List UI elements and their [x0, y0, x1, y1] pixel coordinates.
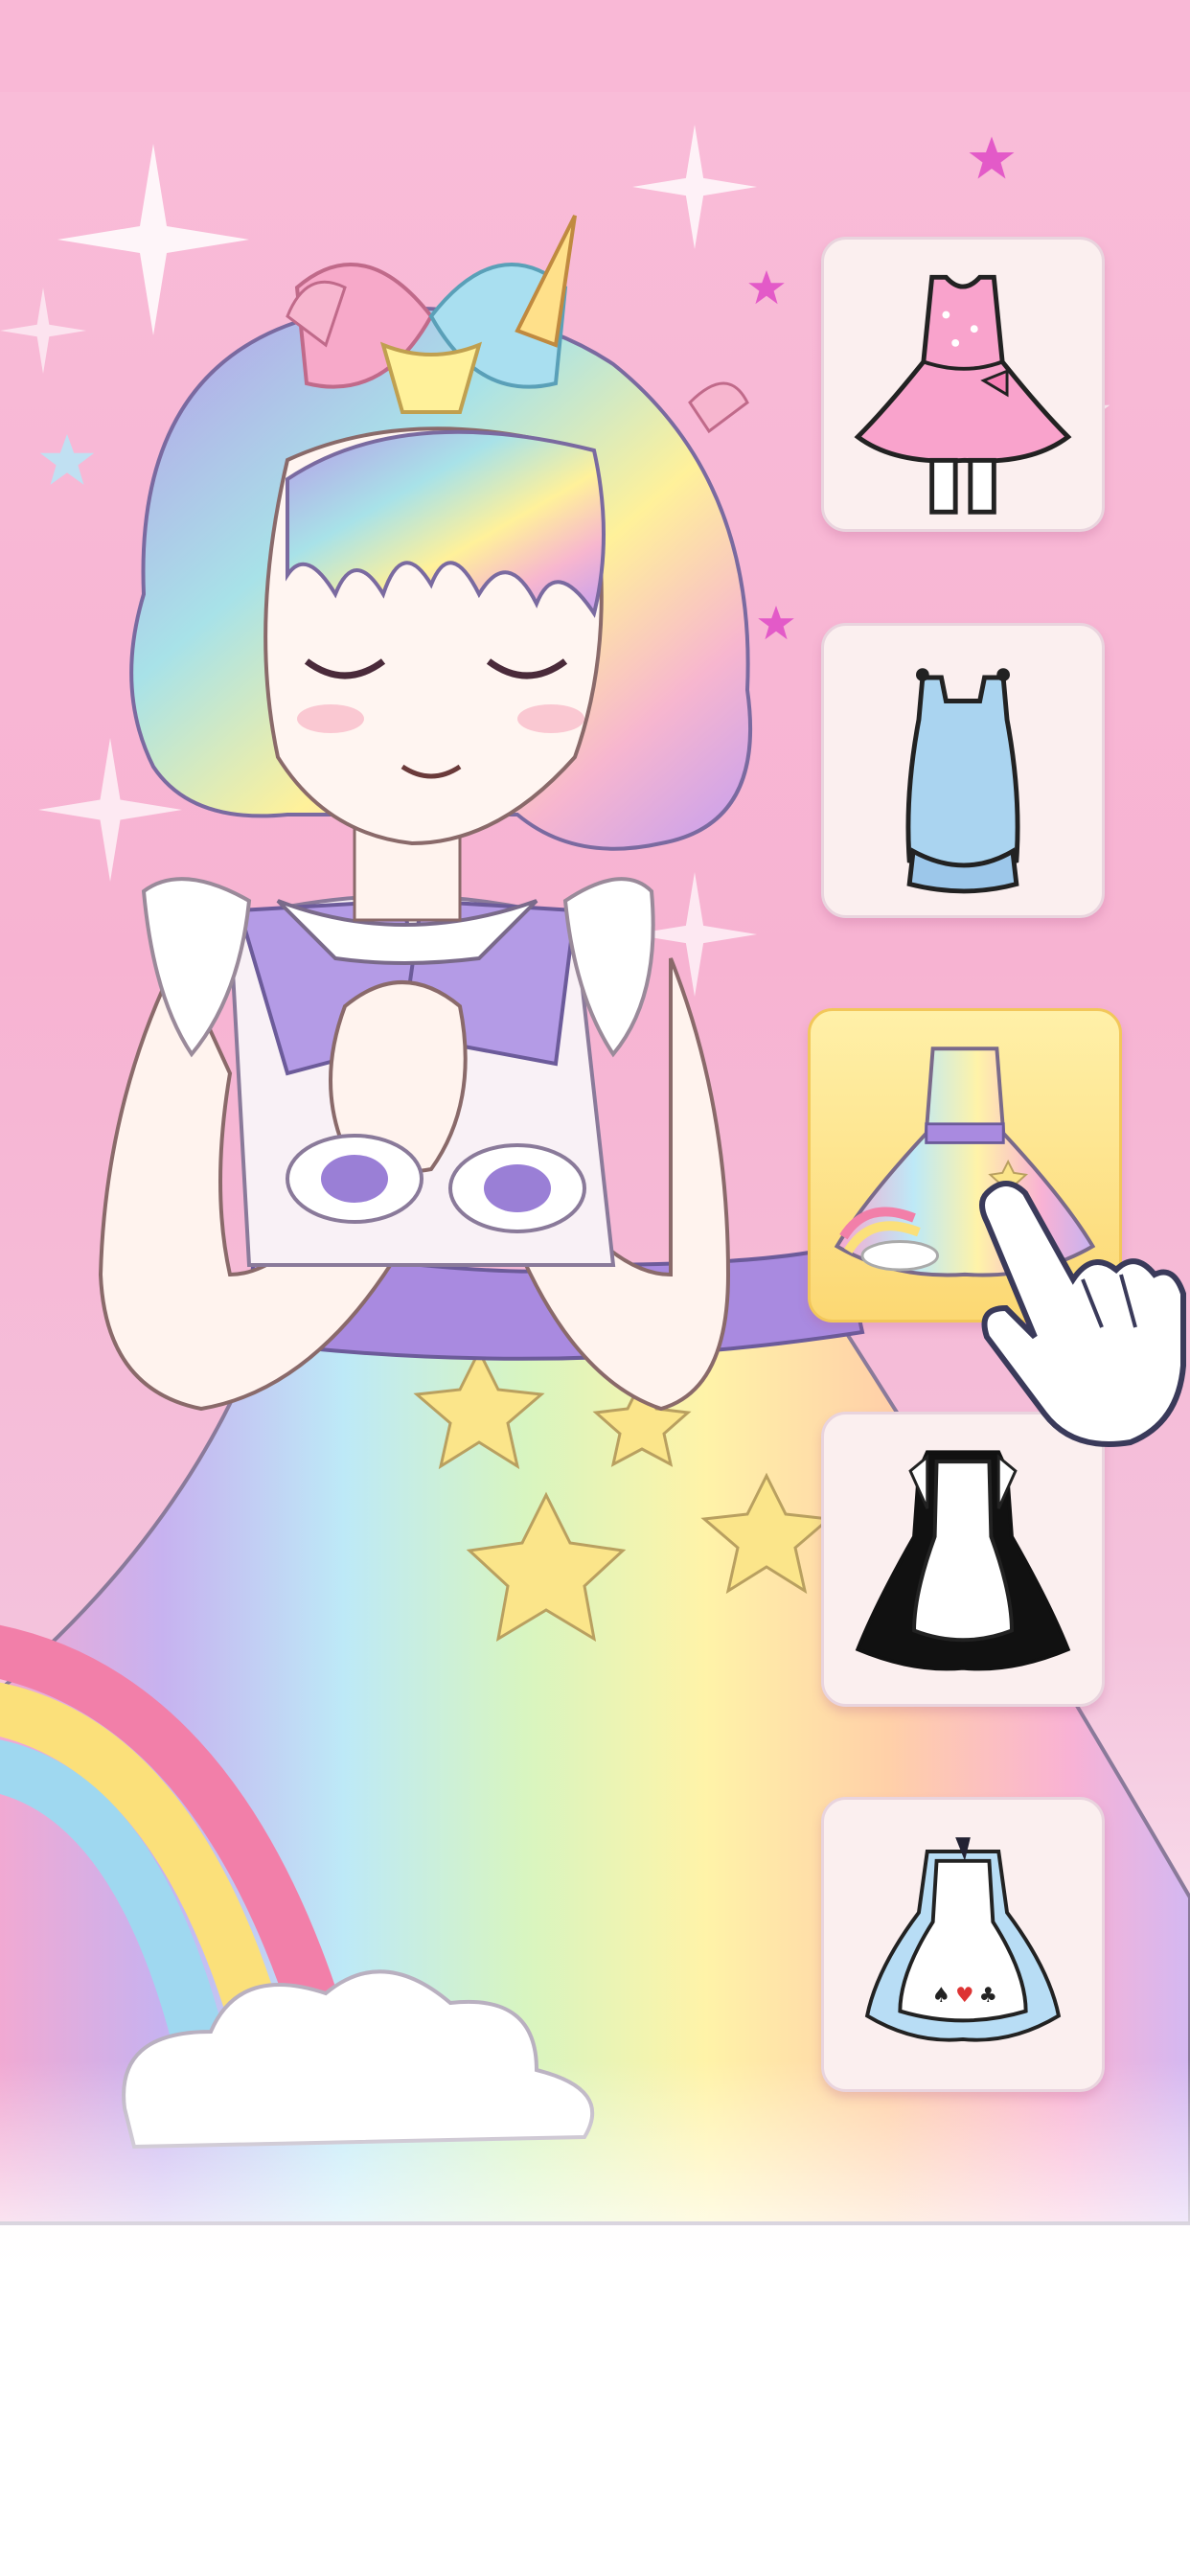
svg-text:♠: ♠ — [932, 1984, 950, 2008]
pointing-hand-icon — [979, 1181, 1186, 1447]
top-bar — [0, 0, 1190, 92]
maid-dress-icon — [855, 1450, 1071, 1671]
outfit-card-pink-dress[interactable] — [821, 237, 1105, 532]
svg-text:♣: ♣ — [979, 1984, 997, 2008]
pink-polka-dot-dress-icon — [854, 274, 1072, 515]
outfit-card-blue-nightgown[interactable] — [821, 623, 1105, 918]
outfit-card-maid-dress[interactable] — [821, 1412, 1105, 1707]
svg-text:♥: ♥ — [955, 1984, 973, 2008]
blue-nightgown-icon — [905, 668, 1020, 894]
dress-up-scene: ♠ ♥ ♣ — [0, 0, 1190, 2576]
outfit-card-card-suit-dress[interactable]: ♠ ♥ ♣ — [821, 1797, 1105, 2092]
star-icon — [969, 136, 1015, 179]
card-suit-apron-dress-icon: ♠ ♥ ♣ — [864, 1837, 1062, 2042]
